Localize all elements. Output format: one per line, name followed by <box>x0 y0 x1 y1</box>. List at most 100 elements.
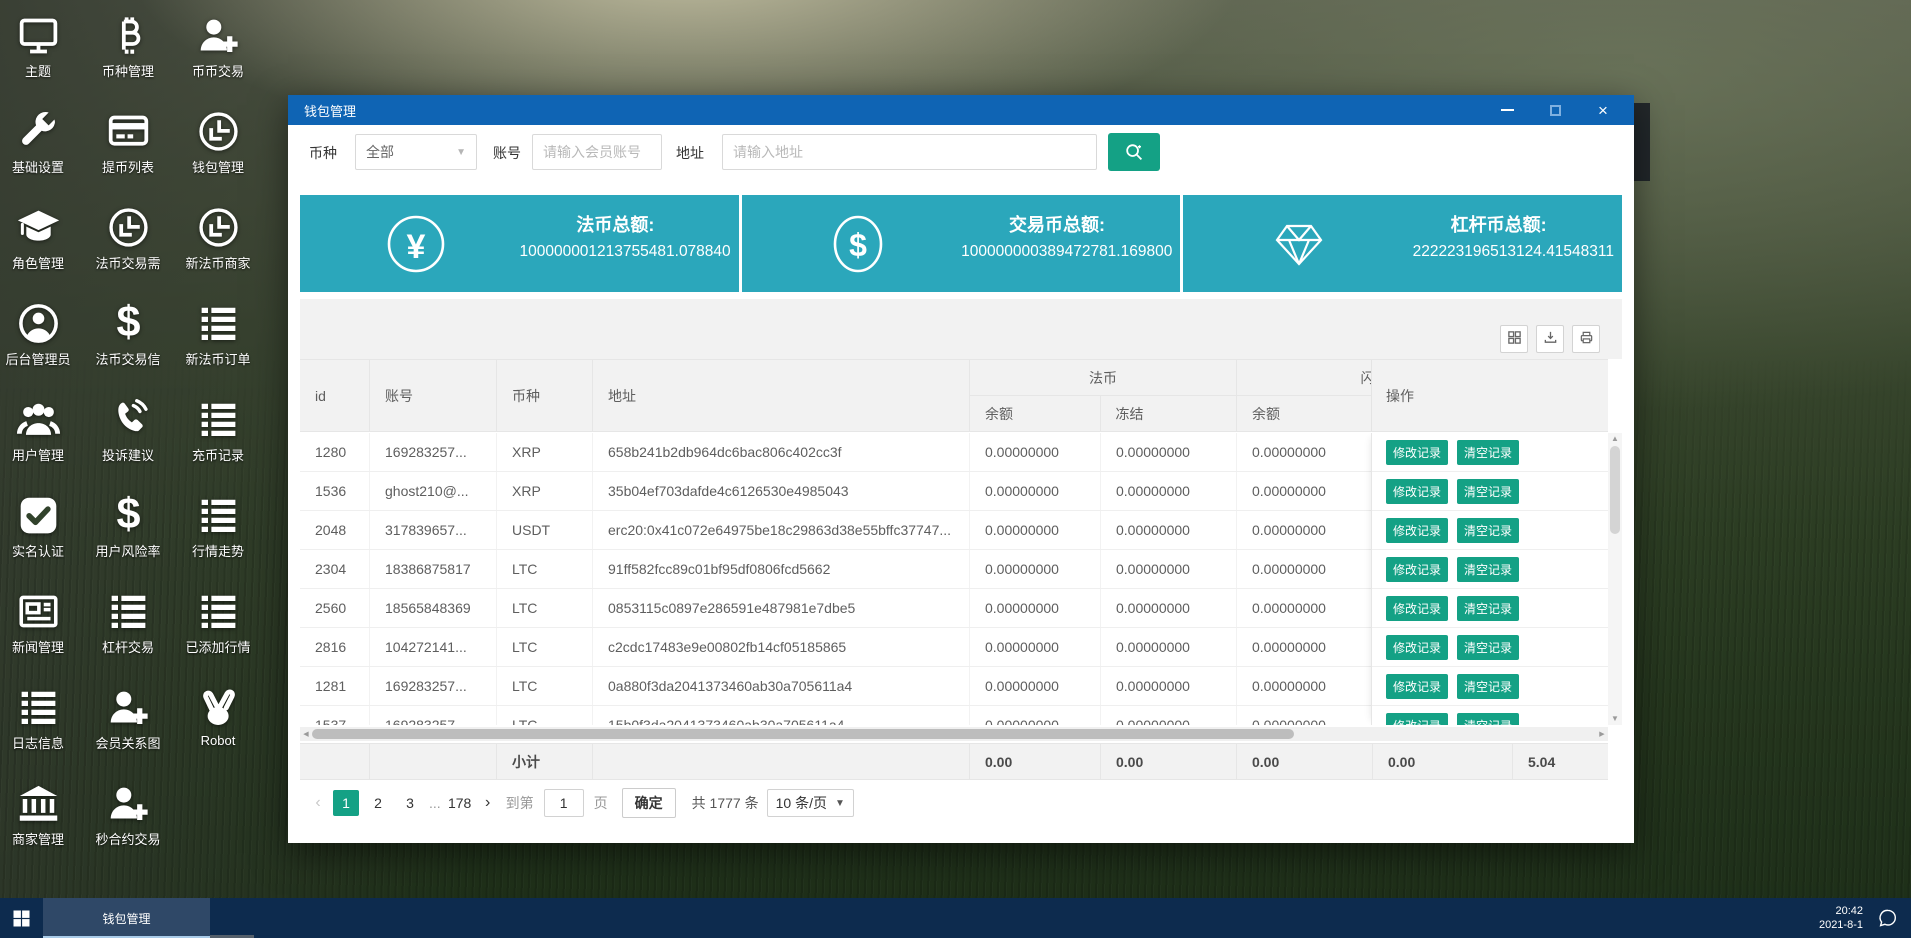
wallet-window: 钱包管理 × 币种 全部 ▼ 账号 地址 ¥法币总额:1000000 <box>288 95 1634 843</box>
desktop-icon[interactable]: Robot <box>173 672 263 768</box>
minimize-button[interactable] <box>1498 101 1516 119</box>
grid-button[interactable] <box>1500 325 1528 353</box>
desktop-icon[interactable]: 已添加行情 <box>173 576 263 672</box>
clear-record-button[interactable]: 清空记录 <box>1457 440 1519 465</box>
window-titlebar[interactable]: 钱包管理 × <box>288 95 1634 125</box>
header-account: 账号 <box>370 360 497 431</box>
stat-title: 杠杆币总额: <box>1383 211 1614 237</box>
scroll-right-icon[interactable]: ▶ <box>1596 730 1608 738</box>
horizontal-scrollbar[interactable]: ◀ ▶ <box>300 727 1608 741</box>
desktop-icon[interactable]: 实名认证 <box>0 480 83 576</box>
cell-balance: 0.00000000 <box>970 472 1101 510</box>
desktop-icon[interactable]: 投诉建议 <box>83 384 173 480</box>
modify-record-button[interactable]: 修改记录 <box>1386 479 1448 504</box>
cell-account: 169283257... <box>370 667 497 705</box>
modify-record-button[interactable]: 修改记录 <box>1386 440 1448 465</box>
goto-label: 到第 <box>506 793 534 813</box>
clear-record-button[interactable]: 清空记录 <box>1457 518 1519 543</box>
users-icon <box>16 397 61 442</box>
desktop-icon[interactable]: 充币记录 <box>173 384 263 480</box>
desktop-icon[interactable]: 商家管理 <box>0 768 83 864</box>
table-toolbar-strip <box>300 299 1622 359</box>
export-button[interactable] <box>1536 325 1564 353</box>
header-coin: 币种 <box>497 360 593 431</box>
modify-record-button[interactable]: 修改记录 <box>1386 635 1448 660</box>
desktop-icon[interactable]: 新闻管理 <box>0 576 83 672</box>
print-button[interactable] <box>1572 325 1600 353</box>
prev-page-button[interactable]: ‹ <box>306 794 330 812</box>
clear-record-button[interactable]: 清空记录 <box>1457 557 1519 582</box>
desktop-icon[interactable]: 提币列表 <box>83 96 173 192</box>
desktop-icon[interactable]: 钱包管理 <box>173 96 263 192</box>
desktop-icon[interactable]: 角色管理 <box>0 192 83 288</box>
header-fiat: 法币 <box>970 360 1236 396</box>
modify-record-button[interactable]: 修改记录 <box>1386 518 1448 543</box>
list-icon <box>16 685 61 730</box>
clear-record-button[interactable]: 清空记录 <box>1457 596 1519 621</box>
cell-address: 658b241b2db964dc6bac806c402cc3f <box>593 433 970 471</box>
close-button[interactable]: × <box>1594 101 1612 119</box>
taskbar-task-wallet[interactable]: 钱包管理 <box>43 898 210 938</box>
page-button[interactable]: 2 <box>365 790 391 816</box>
next-page-button[interactable]: › <box>476 794 500 812</box>
desktop-icon[interactable]: 日志信息 <box>0 672 83 768</box>
start-button[interactable] <box>0 898 43 938</box>
cell-coin: USDT <box>497 511 593 549</box>
clear-record-button[interactable]: 清空记录 <box>1457 635 1519 660</box>
goto-page-input[interactable] <box>544 789 584 817</box>
desktop-icon[interactable]: 币种管理 <box>83 0 173 96</box>
cell-coin: LTC <box>497 667 593 705</box>
maximize-button[interactable] <box>1546 101 1564 119</box>
desktop-icon[interactable]: 新法币商家 <box>173 192 263 288</box>
desktop-icon[interactable]: $用户风险率 <box>83 480 173 576</box>
desktop-icon[interactable]: 基础设置 <box>0 96 83 192</box>
address-input[interactable] <box>722 134 1097 170</box>
account-input[interactable] <box>532 134 662 170</box>
desktop-icon[interactable]: 币币交易 <box>173 0 263 96</box>
search-button[interactable] <box>1108 133 1160 171</box>
cell-address: erc20:0x41c072e64975be18c29863d38e55bffc… <box>593 511 970 549</box>
clear-record-button[interactable]: 清空记录 <box>1457 713 1519 726</box>
clear-record-button[interactable]: 清空记录 <box>1457 479 1519 504</box>
cell-account: 18386875817 <box>370 550 497 588</box>
taskbar-clock[interactable]: 20:42 2021-8-1 <box>1819 904 1863 932</box>
desktop-icon[interactable]: 秒合约交易 <box>83 768 173 864</box>
cell-account: 18565848369 <box>370 589 497 627</box>
modify-record-button[interactable]: 修改记录 <box>1386 713 1448 726</box>
vertical-scrollbar[interactable]: ▲ ▼ <box>1608 433 1622 725</box>
credit-card-icon <box>106 109 151 154</box>
desktop-icon[interactable]: 用户管理 <box>0 384 83 480</box>
scroll-down-icon[interactable]: ▼ <box>1608 713 1622 725</box>
page-button[interactable]: 178 <box>447 790 473 816</box>
per-page-select[interactable]: 10 条/页▼ <box>767 789 854 817</box>
user-circle-icon <box>16 301 61 346</box>
pagination: ‹123...178›到第页确定共 1777 条10 条/页▼ <box>306 786 854 820</box>
scroll-left-icon[interactable]: ◀ <box>300 730 312 738</box>
phone-icon <box>106 397 151 442</box>
confirm-button[interactable]: 确定 <box>622 788 676 818</box>
page-button[interactable]: 1 <box>333 790 359 816</box>
desktop-icon[interactable]: 杠杆交易 <box>83 576 173 672</box>
summary-cell: 0.00 <box>1373 744 1513 779</box>
desktop-icon[interactable]: 法币交易需 <box>83 192 173 288</box>
desktop-icon[interactable]: 后台管理员 <box>0 288 83 384</box>
desktop-icon[interactable]: 会员关系图 <box>83 672 173 768</box>
chat-bubble-icon[interactable] <box>1877 907 1899 929</box>
desktop-icon[interactable]: 行情走势 <box>173 480 263 576</box>
horizontal-scroll-thumb[interactable] <box>312 729 1294 739</box>
page-button[interactable]: 3 <box>397 790 423 816</box>
desktop-icon[interactable]: 主题 <box>0 0 83 96</box>
cell-flash_balance: 0.00000000 <box>1237 628 1373 666</box>
list-icon <box>196 301 241 346</box>
coin-select[interactable]: 全部 ▼ <box>355 134 477 170</box>
desktop-icon[interactable]: $法币交易信 <box>83 288 173 384</box>
scroll-up-icon[interactable]: ▲ <box>1608 433 1622 445</box>
desktop-icon[interactable]: 新法币订单 <box>173 288 263 384</box>
vertical-scroll-thumb[interactable] <box>1610 446 1620 534</box>
clear-record-button[interactable]: 清空记录 <box>1457 674 1519 699</box>
desktop-icon-label: 秒合约交易 <box>95 829 160 848</box>
modify-record-button[interactable]: 修改记录 <box>1386 674 1448 699</box>
modify-record-button[interactable]: 修改记录 <box>1386 596 1448 621</box>
modify-record-button[interactable]: 修改记录 <box>1386 557 1448 582</box>
address-filter-label: 地址 <box>676 143 704 163</box>
